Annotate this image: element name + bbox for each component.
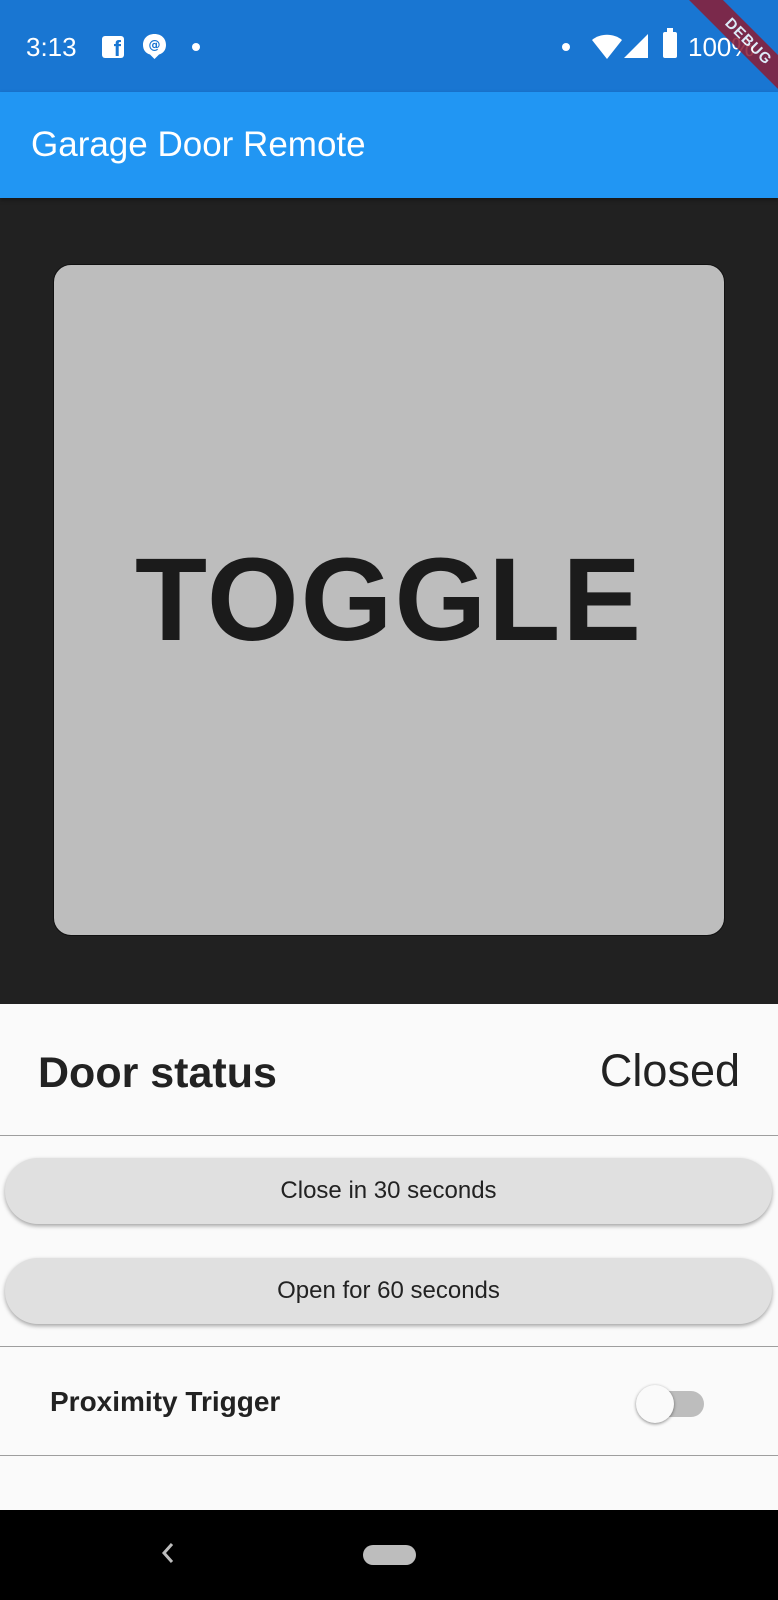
- door-status-value: Closed: [599, 1045, 740, 1096]
- toggle-label: TOGGLE: [134, 534, 644, 666]
- proximity-trigger-row: Proximity Trigger: [0, 1346, 778, 1456]
- status-time: 3:13: [26, 32, 77, 62]
- switch-thumb[interactable]: [636, 1385, 674, 1423]
- door-status-label: Door status: [38, 1049, 277, 1097]
- toggle-button[interactable]: TOGGLE: [53, 264, 725, 936]
- notification-dot-icon: [562, 43, 570, 51]
- status-bar: 3:13 f @ 100% DEBUG: [0, 0, 778, 108]
- notification-dot-icon: [192, 43, 200, 51]
- battery-icon: [663, 28, 677, 58]
- facebook-icon: f: [102, 36, 124, 60]
- at-sign-icon: @: [143, 34, 166, 59]
- proximity-trigger-switch[interactable]: [636, 1385, 704, 1423]
- svg-text:@: @: [149, 38, 161, 52]
- app-bar: Garage Door Remote: [0, 92, 778, 198]
- back-icon[interactable]: [157, 1536, 179, 1570]
- wifi-icon: [592, 34, 622, 59]
- close-in-30-seconds-button[interactable]: Close in 30 seconds: [5, 1158, 772, 1224]
- open-for-60-seconds-button[interactable]: Open for 60 seconds: [5, 1258, 772, 1324]
- proximity-trigger-label: Proximity Trigger: [50, 1386, 281, 1417]
- home-pill-icon[interactable]: [363, 1545, 416, 1565]
- navigation-bar: [0, 1510, 778, 1600]
- app-title: Garage Door Remote: [31, 125, 366, 164]
- signal-icon: [624, 34, 648, 58]
- door-status-row: Door status Closed: [0, 1004, 778, 1136]
- toggle-area: TOGGLE: [0, 198, 778, 1004]
